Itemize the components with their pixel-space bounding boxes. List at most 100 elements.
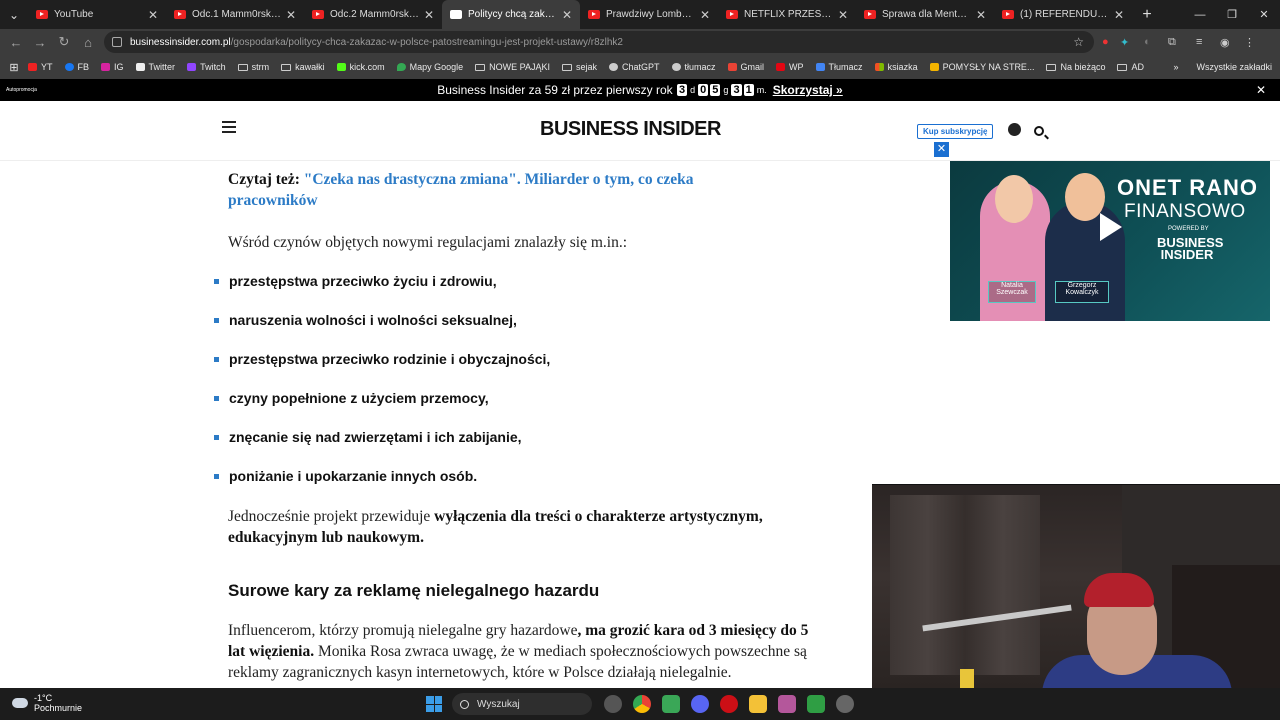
close-icon[interactable]: ✕	[562, 8, 572, 22]
browser-tab[interactable]: YouTube ✕	[28, 0, 166, 29]
back-icon[interactable]: ←	[4, 35, 28, 50]
bookmark-gmail[interactable]: Gmail	[727, 62, 765, 72]
bookmark-tlumacz[interactable]: tłumacz	[671, 62, 716, 72]
extension-icon[interactable]: ◐	[1144, 36, 1168, 48]
all-bookmarks-button[interactable]: Wszystkie zakładki	[1196, 62, 1272, 72]
profile-avatar-icon[interactable]: ◉	[1220, 36, 1244, 49]
bookmark-kawalki[interactable]: kawałki	[281, 62, 325, 72]
chevron-right-icon[interactable]: »	[1173, 62, 1178, 72]
browser-menu-icon[interactable]: ⋮	[1244, 36, 1268, 49]
hamburger-menu-icon[interactable]	[222, 121, 236, 133]
chrome-icon[interactable]	[633, 695, 651, 713]
browser-tab[interactable]: Odc.1 Mamm0rskie Goto ✕	[166, 0, 304, 29]
minimize-icon[interactable]: —	[1184, 9, 1216, 21]
app-icon[interactable]	[778, 695, 796, 713]
app-icon[interactable]	[807, 695, 825, 713]
bookmark-fb[interactable]: FB	[64, 62, 89, 72]
url-path: /gospodarka/politycy-chca-zakazac-w-pols…	[230, 36, 623, 48]
close-icon[interactable]: ✕	[424, 8, 434, 22]
paragraph-text: Monika Rosa zwraca uwagę, że w mediach s…	[228, 643, 807, 681]
bookmark-nowe-pajaki[interactable]: NOWE PAJĄKI	[475, 62, 550, 72]
bookmark-tlumacz-2[interactable]: Tłumacz	[815, 62, 863, 72]
countdown-digit: 1	[743, 84, 754, 96]
bookmark-ksiazka[interactable]: ksiazka	[874, 62, 918, 72]
close-icon[interactable]: ✕	[148, 8, 158, 22]
wp-icon	[776, 63, 786, 71]
weather-widget[interactable]: -1°C Pochmurnie	[12, 693, 82, 713]
windows-start-icon[interactable]	[426, 696, 442, 712]
extensions-puzzle-icon[interactable]: ⧉	[1168, 36, 1196, 49]
bullet-marker	[214, 473, 219, 479]
bookmark-twitch[interactable]: Twitch	[187, 62, 226, 72]
forward-icon[interactable]: →	[28, 35, 52, 50]
site-info-icon[interactable]	[112, 37, 122, 47]
browser-tab-active[interactable]: Politycy chcą zakazać w P ✕	[442, 0, 580, 29]
close-icon[interactable]: ✕	[838, 8, 848, 22]
address-bar[interactable]: businessinsider.com.pl/gospodarka/polity…	[104, 31, 1094, 53]
webcam-background	[890, 495, 1040, 675]
home-icon[interactable]: ⌂	[76, 35, 100, 50]
bookmark-label: Gmail	[740, 62, 765, 72]
opera-icon[interactable]	[720, 695, 738, 713]
search-icon[interactable]	[1034, 126, 1044, 136]
new-tab-button[interactable]: +	[1132, 6, 1162, 24]
folder-icon	[475, 63, 486, 71]
presenter-name: Natalia Szewczak	[988, 281, 1036, 303]
bookmark-label: Mapy Google	[409, 62, 464, 72]
restore-icon[interactable]: ❐	[1216, 8, 1248, 21]
app-icon[interactable]	[662, 695, 680, 713]
close-icon[interactable]: ✕	[976, 8, 986, 22]
apps-grid-icon[interactable]: ⊞	[0, 61, 28, 74]
browser-tab[interactable]: NETFLIX PRZESADZIŁ? KU ✕	[718, 0, 856, 29]
subscribe-button[interactable]: Kup subskrypcję	[917, 124, 994, 139]
close-window-icon[interactable]: ✕	[1248, 8, 1280, 21]
bookmark-sejak[interactable]: sejak	[561, 62, 597, 72]
close-icon[interactable]: ✕	[1256, 83, 1266, 97]
close-icon[interactable]: ✕	[700, 8, 710, 22]
bookmark-yt[interactable]: YT	[28, 62, 53, 72]
bookmark-twitter[interactable]: Twitter	[135, 62, 175, 72]
app-icon[interactable]	[604, 695, 622, 713]
discord-icon[interactable]	[691, 695, 709, 713]
close-icon[interactable]: ✕	[286, 8, 296, 22]
business-insider-favicon-icon	[450, 10, 462, 19]
taskbar-search[interactable]: Wyszukaj	[452, 693, 592, 715]
list-item-text: naruszenia wolności i wolności seksualne…	[229, 312, 517, 328]
browser-tab[interactable]: Sprawa dla Mentzena: Ch ✕	[856, 0, 994, 29]
close-icon[interactable]: ✕	[1114, 8, 1124, 22]
bookmark-kick[interactable]: kick.com	[336, 62, 385, 72]
video-ad[interactable]: ONET RANO FINANSOWO POWERED BY BUSINESS …	[950, 161, 1270, 321]
file-explorer-icon[interactable]	[749, 695, 767, 713]
reload-icon[interactable]: ↻	[52, 34, 76, 50]
list-item: naruszenia wolności i wolności seksualne…	[214, 312, 517, 328]
bookmark-label: ksiazka	[887, 62, 918, 72]
maps-pin-icon	[396, 63, 406, 71]
bookmark-maps[interactable]: Mapy Google	[396, 62, 464, 72]
browser-tab[interactable]: (1) REFERENDUM w KRA ✕	[994, 0, 1132, 29]
bookmark-na-biezaco[interactable]: Na bieżąco	[1046, 62, 1105, 72]
article-body: Czytaj też: "Czeka nas drastyczna zmiana…	[0, 161, 870, 688]
tab-search-chevron-icon[interactable]: ⌄	[0, 0, 28, 29]
ad-close-icon[interactable]: ✕	[934, 142, 949, 157]
bookmark-star-icon[interactable]: ☆	[1073, 35, 1084, 49]
bookmark-strm[interactable]: strm	[237, 62, 269, 72]
presenter-name: Grzegorz Kowalczyk	[1055, 281, 1109, 303]
bookmarks-bar: ⊞ YT FB IG Twitter Twitch strm kawałki k…	[0, 55, 1280, 79]
bookmark-pomysly[interactable]: POMYSŁY NA STRE...	[929, 62, 1034, 72]
bookmark-chatgpt[interactable]: ChatGPT	[609, 62, 660, 72]
user-account-icon[interactable]	[1008, 123, 1021, 136]
tab-list-icon[interactable]: ≡	[1196, 36, 1220, 48]
countdown-unit: g	[723, 85, 729, 95]
play-icon[interactable]	[1100, 213, 1122, 241]
browser-tab[interactable]: Prawdziwy Lombard - Od ✕	[580, 0, 718, 29]
bookmark-ad[interactable]: AD	[1117, 62, 1144, 72]
site-logo[interactable]: BUSINESS INSIDER	[540, 118, 721, 141]
bookmark-wp[interactable]: WP	[776, 62, 804, 72]
browser-tab[interactable]: Odc.2 Mamm0rskie Goto ✕	[304, 0, 442, 29]
extension-icon[interactable]: ✦	[1120, 36, 1144, 49]
record-extension-icon[interactable]: ●	[1102, 36, 1120, 48]
bookmark-label: Twitch	[200, 62, 226, 72]
bookmark-ig[interactable]: IG	[101, 62, 124, 72]
settings-gear-icon[interactable]	[836, 695, 854, 713]
promo-cta-link[interactable]: Skorzystaj »	[773, 83, 843, 97]
